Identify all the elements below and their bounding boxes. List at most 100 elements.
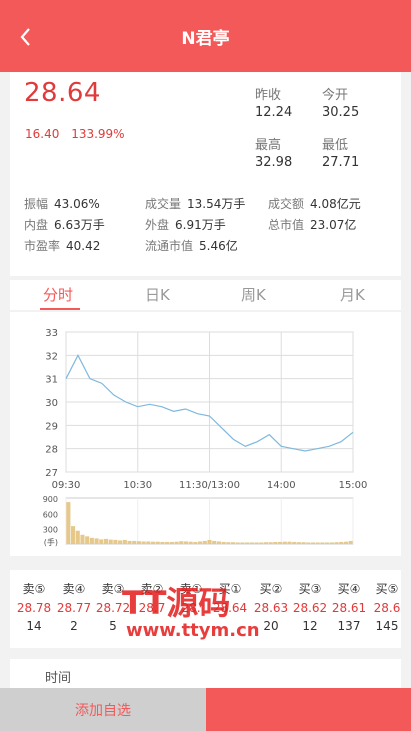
- stat-label: 总市值: [268, 218, 305, 232]
- prev-close: 昨收 12.24: [255, 84, 292, 120]
- price-change: 16.40 133.99%: [25, 127, 133, 141]
- stat-label: 市盈率: [24, 239, 61, 253]
- order-level-volume: 12: [302, 619, 318, 633]
- stat-label: 振幅: [24, 197, 49, 211]
- intraday-chart: 33 32 31 30 29 28 27 09:30 10:30 11:30/13:00 14:00…: [10, 312, 401, 556]
- stat-label: 内盘: [24, 218, 49, 232]
- volume-bar: [66, 502, 71, 544]
- order-level-price: 28.62: [292, 601, 328, 615]
- low-label: 最低: [322, 138, 349, 153]
- volume-bar: [146, 541, 151, 544]
- stat-volume: 成交量 13.54万手: [145, 194, 245, 214]
- volume-bar: [141, 541, 146, 544]
- stat-value: 23.07亿: [310, 218, 357, 232]
- stat-market-cap: 总市值 23.07亿: [268, 215, 356, 235]
- y-tick-label: 30: [45, 398, 58, 409]
- order-level: 卖⑤ 28.78 14: [14, 580, 54, 633]
- volume-bar: [118, 540, 123, 544]
- volume-bar: [259, 542, 264, 544]
- volume-bar: [165, 541, 170, 544]
- stat-label: 成交额: [268, 197, 305, 211]
- order-level-price: 28.7: [138, 601, 166, 615]
- order-level-volume: 20: [263, 619, 279, 633]
- x-tick-label: 11:30/13:00: [179, 480, 240, 491]
- trade-time-header: 时间: [45, 671, 72, 686]
- volume-bar: [183, 541, 189, 544]
- bottom-bar: 添加自选: [0, 688, 411, 731]
- y-tick-label: 27: [45, 468, 58, 479]
- order-level: 买④ 28.61 137: [329, 580, 369, 633]
- volume-bar: [310, 542, 316, 544]
- order-level-volume: 2: [70, 619, 78, 633]
- tab-intraday[interactable]: 分时: [43, 284, 73, 305]
- open-value: 30.25: [322, 105, 360, 120]
- chart-tabs: 分时 日K 周K 月K: [10, 280, 401, 310]
- order-level: 买③ 28.62 12: [290, 580, 330, 633]
- order-level-price: 28.: [181, 601, 201, 615]
- trade-button[interactable]: [206, 688, 411, 731]
- volume-bar: [273, 541, 278, 544]
- order-level: 买① 28.64: [210, 580, 250, 619]
- volume-bar: [198, 541, 203, 544]
- volume-tick-label: 300: [43, 526, 58, 535]
- order-level: 卖④ 28.77 2: [54, 580, 94, 633]
- stat-amplitude: 振幅 43.06%: [24, 194, 100, 214]
- volume-bar: [221, 541, 226, 544]
- volume-bar: [339, 541, 344, 544]
- order-level-price: 28.6: [373, 601, 401, 615]
- volume-bar: [169, 541, 174, 544]
- y-tick-label: 31: [45, 375, 58, 386]
- y-tick-label: 28: [45, 445, 58, 456]
- change-amount: 16.40: [25, 127, 60, 141]
- order-level-price: 28.64: [212, 601, 248, 615]
- tab-weekly-k[interactable]: 周K: [241, 284, 266, 305]
- high-label: 最高: [255, 138, 282, 153]
- x-tick-label: 09:30: [52, 480, 81, 491]
- tab-daily-k[interactable]: 日K: [145, 284, 170, 305]
- volume-bar: [240, 542, 245, 544]
- order-level-label: 买③: [298, 582, 322, 596]
- volume-bar: [80, 534, 85, 544]
- volume-bar: [89, 537, 94, 544]
- order-level: 卖③ 28.72 5: [93, 580, 133, 633]
- volume-bar: [325, 542, 330, 544]
- volume-bar: [348, 540, 353, 544]
- page-title: N君亭: [181, 29, 230, 49]
- volume-bar: [320, 542, 325, 544]
- volume-bar: [94, 538, 99, 544]
- volume-bar: [75, 530, 80, 544]
- prev-close-label: 昨收: [255, 88, 282, 103]
- volume-bar: [278, 541, 283, 544]
- order-level-price: 28.72: [95, 601, 131, 615]
- volume-bar: [315, 542, 320, 544]
- stat-value: 43.06%: [54, 197, 100, 211]
- volume-bar: [292, 541, 297, 544]
- y-tick-label: 32: [45, 351, 58, 362]
- volume-bar: [212, 540, 217, 544]
- active-tab-indicator: [40, 308, 80, 310]
- order-level-volume: 137: [337, 619, 361, 633]
- volume-bar: [329, 542, 334, 544]
- stat-turnover: 成交额 4.08亿元: [268, 194, 361, 214]
- volume-bar: [155, 541, 160, 544]
- volume-bar: [301, 542, 306, 544]
- stat-outer-volume: 外盘 6.91万手: [145, 215, 226, 235]
- add-watchlist-button[interactable]: 添加自选: [0, 688, 206, 731]
- tab-monthly-k[interactable]: 月K: [340, 284, 365, 305]
- volume-bar: [179, 541, 184, 544]
- volume-bar: [207, 539, 212, 544]
- order-level-volume: 14: [26, 619, 42, 633]
- order-level-label: 卖⑤: [22, 582, 46, 596]
- volume-bar: [188, 541, 193, 544]
- order-level-label: 卖③: [101, 582, 125, 596]
- order-level-price: 28.61: [331, 601, 367, 615]
- volume-bar: [160, 541, 165, 544]
- volume-bar: [235, 542, 240, 544]
- y-tick-label: 29: [45, 421, 58, 432]
- order-level-volume: 145: [375, 619, 399, 633]
- volume-bar: [263, 542, 269, 544]
- order-level: 卖② 28.7: [132, 580, 172, 619]
- stat-value: 6.63万手: [54, 218, 105, 232]
- order-level-label: 买①: [218, 582, 242, 596]
- order-level: 买⑤ 28.6 145: [367, 580, 407, 633]
